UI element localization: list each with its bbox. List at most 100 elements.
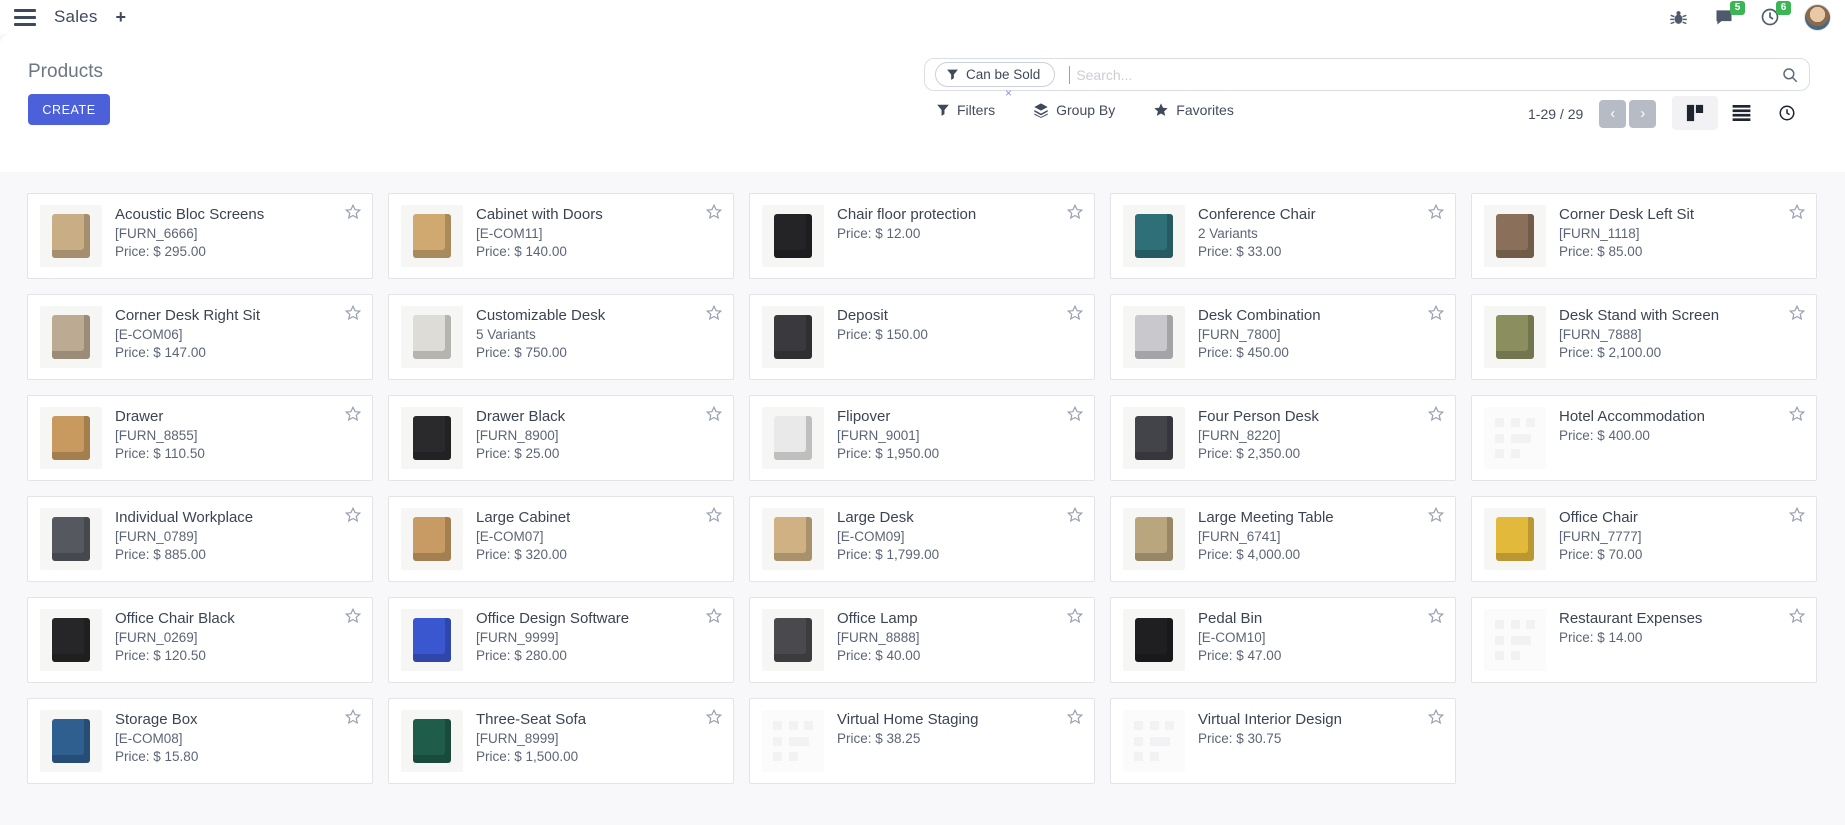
user-avatar[interactable] [1804,4,1831,31]
product-card[interactable]: Desk Combination [FURN_7800] Price: $ 45… [1110,294,1456,380]
product-price: $ 38.25 [875,731,920,746]
product-card[interactable]: Four Person Desk [FURN_8220] Price: $ 2,… [1110,395,1456,481]
kanban-view-button[interactable] [1672,96,1718,130]
product-card[interactable]: Desk Stand with Screen [FURN_7888] Price… [1471,294,1817,380]
favorite-star-icon[interactable] [705,405,723,423]
favorite-star-icon[interactable] [1788,607,1806,625]
favorite-star-icon[interactable] [1066,304,1084,322]
product-card[interactable]: Chair floor protection Price: $ 12.00 [749,193,1095,279]
product-price: $ 85.00 [1597,244,1642,259]
product-price: $ 1,799.00 [875,547,939,562]
product-card[interactable]: Conference Chair 2 Variants Price: $ 33.… [1110,193,1456,279]
favorite-star-icon[interactable] [344,708,362,726]
search-facet-can-be-sold[interactable]: Can be Sold [935,62,1055,87]
product-card[interactable]: Office Lamp [FURN_8888] Price: $ 40.00 [749,597,1095,683]
favorite-star-icon[interactable] [344,304,362,322]
search-bar[interactable]: Can be Sold [924,58,1810,91]
product-card[interactable]: Office Chair [FURN_7777] Price: $ 70.00 [1471,496,1817,582]
product-card[interactable]: Large Desk [E-COM09] Price: $ 1,799.00 [749,496,1095,582]
product-name: Desk Combination [1198,307,1321,324]
product-card[interactable]: Three-Seat Sofa [FURN_8999] Price: $ 1,5… [388,698,734,784]
product-card[interactable]: Storage Box [E-COM08] Price: $ 15.80 [27,698,373,784]
pager-next-button[interactable]: › [1629,100,1656,128]
price-prefix: Price: [476,345,511,360]
group-by-button[interactable]: Group By [1033,102,1115,118]
favorite-star-icon[interactable] [705,708,723,726]
facet-remove-icon[interactable]: × [1005,86,1012,100]
product-card[interactable]: Office Design Software [FURN_9999] Price… [388,597,734,683]
favorite-star-icon[interactable] [344,607,362,625]
favorite-star-icon[interactable] [1788,203,1806,221]
product-card[interactable]: Large Cabinet [E-COM07] Price: $ 320.00 [388,496,734,582]
favorite-star-icon[interactable] [1427,304,1445,322]
product-price-line: Price: $ 33.00 [1198,244,1316,259]
product-card[interactable]: Drawer [FURN_8855] Price: $ 110.50 [27,395,373,481]
create-button[interactable]: CREATE [28,94,110,125]
product-price: $ 750.00 [514,345,567,360]
product-code: [FURN_0789] [115,529,253,544]
filters-icon [936,103,950,117]
new-tab-plus-button[interactable]: + [116,7,127,28]
product-card[interactable]: Restaurant Expenses Price: $ 14.00 [1471,597,1817,683]
activities-clock-icon[interactable]: 6 [1758,5,1782,29]
product-card[interactable]: Office Chair Black [FURN_0269] Price: $ … [27,597,373,683]
product-card[interactable]: Cabinet with Doors [E-COM11] Price: $ 14… [388,193,734,279]
favorite-star-icon[interactable] [1066,607,1084,625]
product-price: $ 320.00 [514,547,567,562]
favorite-star-icon[interactable] [1066,506,1084,524]
debug-bug-icon[interactable] [1666,5,1690,29]
product-card[interactable]: Flipover [FURN_9001] Price: $ 1,950.00 [749,395,1095,481]
favorite-star-icon[interactable] [1066,203,1084,221]
favorite-star-icon[interactable] [705,203,723,221]
product-price: $ 120.50 [153,648,206,663]
product-card[interactable]: Customizable Desk 5 Variants Price: $ 75… [388,294,734,380]
pager-previous-button[interactable]: ‹ [1599,100,1626,128]
product-card[interactable]: Deposit Price: $ 150.00 [749,294,1095,380]
product-price: $ 1,950.00 [875,446,939,461]
product-card[interactable]: Pedal Bin [E-COM10] Price: $ 47.00 [1110,597,1456,683]
product-price-line: Price: $ 750.00 [476,345,605,360]
favorite-star-icon[interactable] [705,304,723,322]
product-price-line: Price: $ 40.00 [837,648,920,663]
favorite-star-icon[interactable] [705,506,723,524]
favorite-star-icon[interactable] [1066,708,1084,726]
favorite-star-icon[interactable] [344,203,362,221]
product-card[interactable]: Corner Desk Right Sit [E-COM06] Price: $… [27,294,373,380]
favorite-star-icon[interactable] [1427,203,1445,221]
product-card[interactable]: Acoustic Bloc Screens [FURN_6666] Price:… [27,193,373,279]
product-card[interactable]: Virtual Home Staging Price: $ 38.25 [749,698,1095,784]
favorite-star-icon[interactable] [344,506,362,524]
app-name[interactable]: Sales [54,7,98,27]
product-card[interactable]: Hotel Accommodation Price: $ 400.00 [1471,395,1817,481]
favorite-star-icon[interactable] [1788,304,1806,322]
product-card[interactable]: Drawer Black [FURN_8900] Price: $ 25.00 [388,395,734,481]
favorite-star-icon[interactable] [1427,607,1445,625]
favorites-button[interactable]: Favorites [1153,102,1234,118]
product-card[interactable]: Corner Desk Left Sit [FURN_1118] Price: … [1471,193,1817,279]
search-input[interactable] [1076,67,1781,83]
favorite-star-icon[interactable] [1427,405,1445,423]
product-name: Pedal Bin [1198,610,1281,627]
apps-menu-icon[interactable] [14,9,36,26]
product-name: Chair floor protection [837,206,976,223]
product-card[interactable]: Large Meeting Table [FURN_6741] Price: $… [1110,496,1456,582]
favorite-star-icon[interactable] [1066,405,1084,423]
favorite-star-icon[interactable] [1788,506,1806,524]
product-card[interactable]: Individual Workplace [FURN_0789] Price: … [27,496,373,582]
product-thumbnail [1123,710,1185,772]
product-name: Virtual Home Staging [837,711,978,728]
filters-button[interactable]: Filters [936,102,995,118]
product-thumbnail [1484,306,1546,368]
price-prefix: Price: [1559,428,1594,443]
favorite-star-icon[interactable] [344,405,362,423]
messages-icon[interactable]: 5 [1712,5,1736,29]
product-card[interactable]: Virtual Interior Design Price: $ 30.75 [1110,698,1456,784]
favorite-star-icon[interactable] [1788,405,1806,423]
search-icon[interactable] [1781,66,1799,84]
favorite-star-icon[interactable] [1427,506,1445,524]
product-price: $ 150.00 [875,327,928,342]
activity-view-button[interactable] [1764,96,1810,130]
list-view-button[interactable] [1718,96,1764,130]
favorite-star-icon[interactable] [705,607,723,625]
favorite-star-icon[interactable] [1427,708,1445,726]
